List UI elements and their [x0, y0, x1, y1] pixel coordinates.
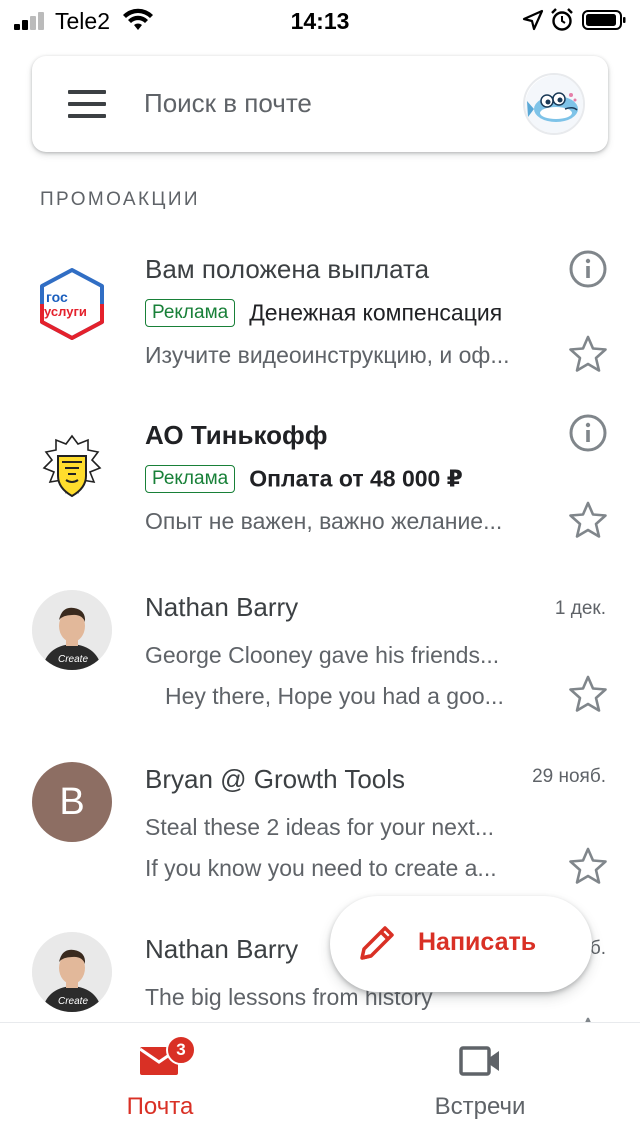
- mail-date: 1 дек.: [554, 598, 606, 619]
- battery-icon: [582, 10, 626, 30]
- mail-snippet: If you know you need to create a...: [145, 855, 497, 881]
- star-icon[interactable]: [568, 500, 608, 540]
- mail-subject: Денежная компенсация: [249, 299, 503, 326]
- mail-sender: Nathan Barry: [145, 934, 299, 964]
- compose-button[interactable]: Написать: [330, 896, 592, 992]
- fish-cartoon-icon: [525, 75, 583, 133]
- compose-label: Написать: [418, 928, 537, 956]
- ad-badge: Реклама: [145, 464, 236, 493]
- mail-snippet: Опыт не важен, важно желание...: [145, 508, 503, 534]
- ad-badge: Реклама: [145, 298, 236, 327]
- search-input[interactable]: Поиск в почте: [144, 88, 312, 119]
- nav-label-mail: Почта: [126, 1093, 194, 1120]
- mail-subject-row: Реклама Оплата от 48 000 ₽: [145, 464, 555, 493]
- star-icon[interactable]: [568, 846, 608, 886]
- nav-label-meet: Встречи: [434, 1093, 526, 1120]
- location-arrow-icon: [522, 9, 544, 31]
- pencil-icon: [360, 926, 394, 960]
- alarm-clock-icon: [551, 8, 573, 31]
- svg-text:Create: Create: [58, 654, 88, 665]
- nav-item-meet[interactable]: Встречи: [320, 1023, 640, 1136]
- mail-sender: Вам положена выплата: [145, 254, 430, 284]
- unread-count-badge: 3: [166, 1035, 196, 1065]
- mail-sender: Bryan @ Growth Tools: [145, 764, 406, 794]
- mail-subject: George Clooney gave his friends...: [145, 642, 500, 668]
- info-icon[interactable]: [568, 249, 608, 289]
- star-icon[interactable]: [568, 674, 608, 714]
- sender-avatar-photo: Create: [32, 932, 112, 1012]
- list-item[interactable]: Create Nathan Barry 1 дек. George Cloone…: [0, 570, 640, 740]
- mail-snippet: Hey there, Hope you had a goo...: [165, 683, 504, 709]
- list-item[interactable]: гос услуги Вам положена выплата Реклама Д…: [0, 232, 640, 402]
- svg-text:услуги: услуги: [44, 304, 87, 319]
- nav-item-mail[interactable]: 3 Почта: [0, 1023, 320, 1136]
- mail-subject: Оплата от 48 000 ₽: [249, 465, 463, 492]
- mail-snippet: Изучите видеоинструкцию, и оф...: [145, 342, 510, 368]
- svg-text:Create: Create: [58, 996, 88, 1007]
- star-icon[interactable]: [568, 334, 608, 374]
- video-camera-icon: [459, 1046, 499, 1076]
- mail-sender: Nathan Barry: [145, 592, 299, 622]
- mail-date: 29 нояб.: [532, 766, 606, 787]
- account-avatar[interactable]: [523, 73, 585, 135]
- mail-subject: Steal these 2 ideas for your next...: [145, 814, 495, 840]
- sender-avatar-letter: B: [32, 762, 112, 842]
- status-bar: Tele2 14:13: [0, 0, 640, 40]
- search-bar[interactable]: Поиск в почте: [32, 56, 608, 152]
- clock: 14:13: [290, 8, 350, 34]
- list-item[interactable]: АО Тинькофф Реклама Оплата от 48 000 ₽ Оп…: [0, 398, 640, 568]
- section-label-promotions: ПРОМОАКЦИИ: [40, 189, 200, 210]
- list-item[interactable]: B Bryan @ Growth Tools 29 нояб. Steal th…: [0, 742, 640, 912]
- gosuslugi-logo: гос услуги: [32, 264, 112, 344]
- mail-date: б.: [589, 938, 606, 959]
- info-icon[interactable]: [568, 413, 608, 453]
- sender-avatar-photo: Create: [32, 590, 112, 670]
- tinkoff-logo: [32, 430, 112, 510]
- svg-text:гос: гос: [46, 289, 68, 305]
- mail-sender: АО Тинькофф: [145, 420, 328, 450]
- hamburger-menu-icon[interactable]: [68, 90, 106, 118]
- mail-subject-row: Реклама Денежная компенсация: [145, 298, 555, 327]
- bottom-navigation: 3 Почта Встречи: [0, 1022, 640, 1136]
